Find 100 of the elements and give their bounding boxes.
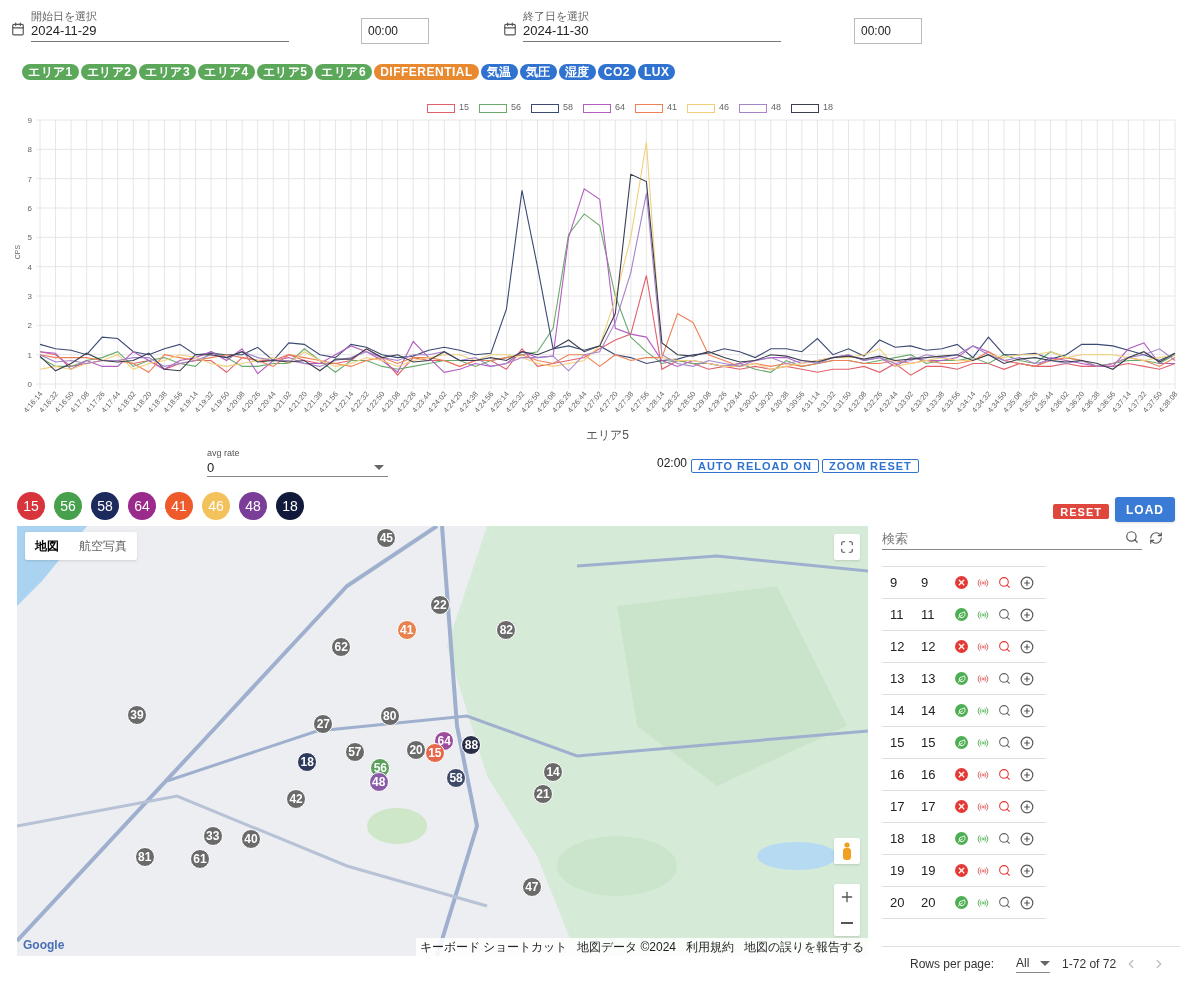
rows-per-page-select[interactable]: All: [1016, 954, 1051, 973]
field-label: 終了日を選択: [523, 10, 590, 23]
table-cell-text: 16: [889, 765, 906, 784]
search-field[interactable]: 検索: [882, 528, 1142, 550]
fullscreen-icon: [840, 540, 854, 554]
sensor-badge[interactable]: 56: [54, 492, 82, 520]
filter-chip[interactable]: エリア1: [22, 64, 79, 80]
reset-button[interactable]: RESET: [1053, 504, 1109, 519]
search-icon[interactable]: [998, 864, 1011, 877]
y-tick-label: 7: [27, 174, 32, 184]
legend-label: 46: [719, 101, 730, 115]
sensor-badge[interactable]: 64: [128, 492, 156, 520]
sensor-badge[interactable]: 58: [91, 492, 119, 520]
table-cell-text: 14: [920, 701, 937, 720]
table-cell-text: 18: [920, 829, 937, 848]
legend-label: 48: [771, 101, 782, 115]
y-tick-label: 5: [27, 233, 32, 243]
add-icon[interactable]: [1020, 831, 1034, 846]
search-icon[interactable]: [998, 896, 1011, 909]
y-tick-label: 9: [27, 116, 32, 125]
add-icon[interactable]: [1020, 639, 1034, 654]
search-icon[interactable]: [998, 768, 1011, 781]
time-field[interactable]: 00:00: [361, 18, 429, 44]
add-icon[interactable]: [1020, 799, 1034, 814]
avg-rate-select[interactable]: avg rate 0: [207, 448, 388, 477]
legend-label: 56: [510, 101, 521, 115]
filter-chip[interactable]: LUX: [638, 64, 676, 80]
filter-chip[interactable]: エリア2: [80, 64, 138, 80]
load-button[interactable]: LOAD: [1115, 497, 1175, 522]
table-cell-text: 15: [889, 733, 906, 752]
filter-chip[interactable]: 気温: [480, 64, 518, 80]
add-icon[interactable]: [1020, 671, 1034, 686]
y-tick-label: 3: [27, 292, 32, 301]
sensor-badge[interactable]: 15: [17, 492, 45, 520]
legend-label: 15: [458, 101, 469, 115]
date-field[interactable]: 終了日を選択 2024-11-30: [523, 10, 781, 42]
filter-chip[interactable]: 湿度: [558, 64, 596, 80]
refresh-icon[interactable]: [1149, 531, 1163, 545]
calendar-icon: [11, 22, 25, 36]
table-cell-text: 12: [920, 637, 937, 656]
filter-chip[interactable]: エリア6: [315, 64, 373, 80]
caret-icon: [1040, 960, 1051, 966]
table-cell-text: 15: [920, 733, 937, 752]
map-type-tab[interactable]: 地図: [25, 532, 69, 560]
legend-label: 41: [667, 101, 677, 115]
table-cell-text: 13: [889, 669, 906, 688]
y-tick-label: 6: [27, 204, 32, 213]
search-icon[interactable]: [998, 672, 1011, 685]
y-tick-label: 8: [27, 145, 32, 155]
date-field[interactable]: 開始日を選択 2024-11-29: [31, 10, 289, 42]
time-field[interactable]: 00:00: [854, 18, 922, 44]
chart-button[interactable]: ZOOM RESET: [822, 459, 919, 473]
filter-chip[interactable]: エリア4: [198, 64, 255, 80]
add-icon[interactable]: [1020, 767, 1034, 782]
table-cell-text: 12: [889, 637, 906, 656]
filter-chip[interactable]: エリア3: [139, 64, 197, 80]
fullscreen-button[interactable]: [834, 534, 860, 560]
attribution-link[interactable]: キーボード ショートカット: [419, 939, 568, 955]
table-cell-text: 19: [889, 861, 906, 880]
table-cell-text: 19: [920, 861, 937, 880]
search-icon[interactable]: [998, 736, 1011, 749]
person-figure-icon: [842, 842, 852, 860]
sensor-badge[interactable]: 18: [276, 492, 304, 520]
y-tick-label: 4: [27, 262, 32, 272]
legend-label: 58: [562, 101, 573, 115]
search-icon[interactable]: [998, 800, 1011, 813]
filter-chip[interactable]: CO2: [597, 64, 636, 80]
add-icon[interactable]: [1020, 735, 1034, 750]
attribution-link[interactable]: 地図の誤りを報告する: [744, 939, 864, 955]
table-cell-text: 14: [889, 701, 906, 720]
sensor-badge[interactable]: 41: [165, 492, 193, 520]
add-icon[interactable]: [1020, 607, 1034, 622]
table-cell-text: 17: [920, 797, 937, 816]
rows-per-page-label: Rows per page:: [910, 955, 995, 973]
add-icon[interactable]: [1020, 703, 1034, 718]
add-icon[interactable]: [1020, 575, 1034, 590]
search-icon[interactable]: [998, 640, 1011, 653]
table-cell-text: 11: [920, 605, 936, 624]
table-cell-text: 13: [920, 669, 937, 688]
caret-icon: [374, 465, 384, 470]
map-type-tab[interactable]: 航空写真: [69, 532, 137, 560]
add-icon[interactable]: [1020, 895, 1034, 910]
table-cell-text: 20: [889, 893, 906, 912]
y-tick-label: 1: [27, 350, 32, 360]
filter-chip[interactable]: 気圧: [519, 64, 557, 80]
search-icon[interactable]: [998, 576, 1011, 589]
add-icon[interactable]: [1020, 863, 1034, 878]
attribution-link[interactable]: 地図データ ©2024: [577, 939, 676, 955]
search-icon[interactable]: [998, 832, 1011, 845]
attribution-link[interactable]: 利用規約: [686, 939, 734, 955]
legend-label: 18: [823, 101, 834, 115]
search-icon[interactable]: [998, 608, 1011, 621]
plus-icon: [839, 889, 855, 905]
sensor-badge[interactable]: 48: [239, 492, 267, 520]
filter-chip[interactable]: エリア5: [256, 64, 314, 80]
page-range: 1-72 of 72: [1062, 955, 1117, 973]
search-icon[interactable]: [998, 704, 1011, 717]
chart-button[interactable]: AUTO RELOAD ON: [691, 459, 820, 473]
minus-icon: [841, 922, 853, 924]
field-label: 開始日を選択: [31, 10, 98, 23]
